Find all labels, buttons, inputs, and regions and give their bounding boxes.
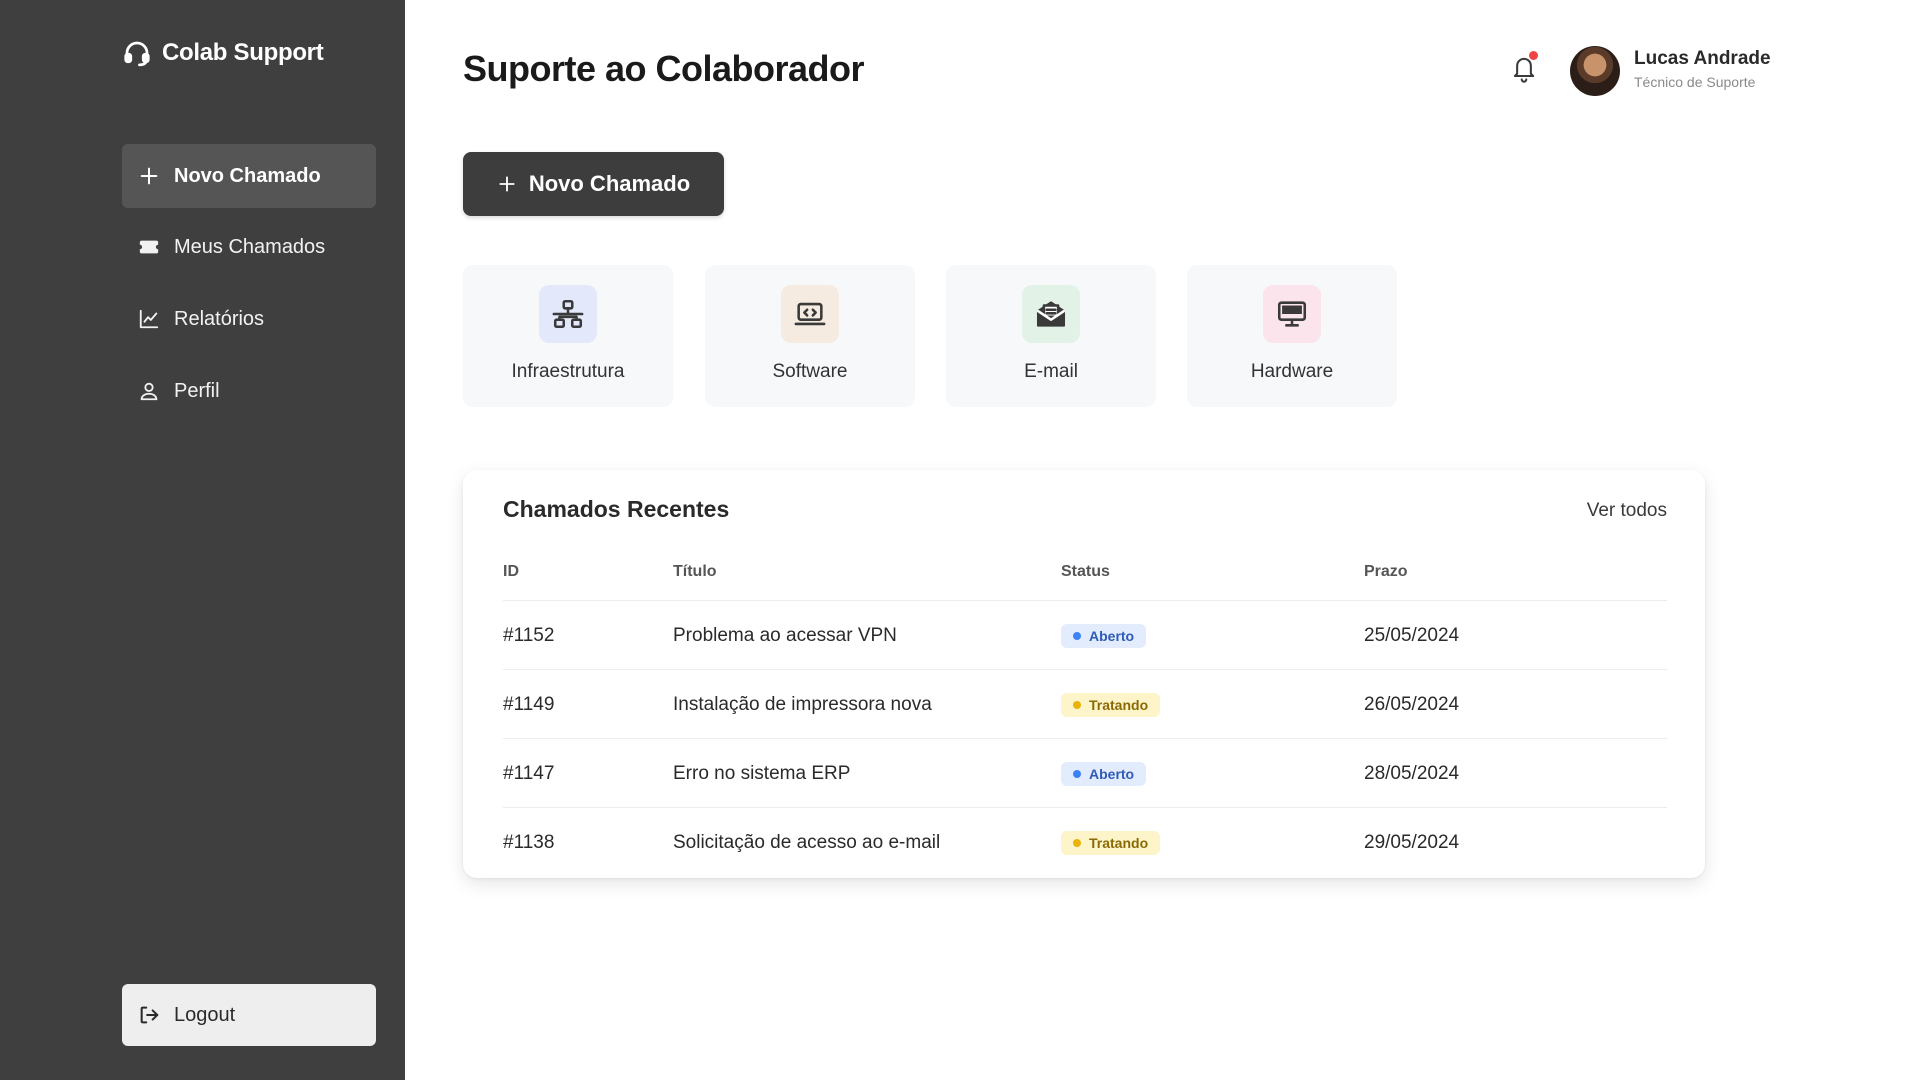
- sidebar-item-relatorios[interactable]: Relatórios: [122, 287, 376, 351]
- status-dot: [1073, 700, 1081, 709]
- plus-icon: [140, 167, 158, 185]
- status-text: Aberto: [1089, 765, 1135, 782]
- headset-icon: [124, 41, 150, 67]
- ticket-deadline: 29/05/2024: [1364, 831, 1460, 853]
- sidebar-item-label: Perfil: [174, 379, 220, 402]
- avatar[interactable]: [1570, 46, 1620, 96]
- user-name: Lucas Andrade: [1634, 48, 1771, 69]
- mail-open-icon: [1036, 301, 1066, 327]
- status-dot: [1073, 838, 1081, 847]
- category-card-email[interactable]: E-mail: [946, 265, 1156, 407]
- chart-line-icon: [139, 309, 159, 329]
- page-title: Suporte ao Colaborador: [463, 48, 865, 89]
- notifications-button[interactable]: [1510, 51, 1538, 84]
- new-ticket-label: Novo Chamado: [528, 171, 691, 196]
- category-icon-box: [1022, 285, 1080, 343]
- sidebar-item-novo-chamado[interactable]: Novo Chamado: [122, 144, 376, 208]
- status-cell: Tratando: [1061, 808, 1161, 877]
- status-text: Tratando: [1089, 696, 1149, 713]
- ticket-icon: [139, 240, 159, 254]
- table-row[interactable]: #1147 Erro no sistema ERP Aberto 28/05/2…: [503, 738, 1667, 807]
- user-role: Técnico de Suporte: [1634, 74, 1756, 90]
- status-badge: Aberto: [1061, 761, 1147, 786]
- ticket-title: Instalação de impressora nova: [673, 693, 932, 715]
- status-cell: Aberto: [1061, 601, 1147, 670]
- user-icon: [140, 382, 158, 401]
- status-dot: [1073, 769, 1081, 778]
- brand-name: Colab Support: [162, 39, 324, 66]
- category-icon-box: [781, 285, 839, 343]
- code-laptop-icon: [794, 302, 826, 326]
- status-badge: Tratando: [1061, 830, 1161, 855]
- category-label: Hardware: [1250, 361, 1334, 382]
- plus-icon: [499, 176, 515, 192]
- network-icon: [552, 299, 584, 329]
- category-label: Software: [772, 361, 848, 382]
- status-text: Aberto: [1089, 627, 1135, 644]
- sidebar-item-label: Meus Chamados: [174, 235, 326, 258]
- notification-dot: [1529, 51, 1538, 60]
- table-row[interactable]: #1149 Instalação de impressora nova Trat…: [503, 669, 1667, 738]
- brand[interactable]: Colab Support: [122, 38, 324, 68]
- status-badge: Aberto: [1061, 623, 1147, 648]
- recent-tickets-card: Chamados Recentes Ver todos ID Título St…: [463, 470, 1705, 878]
- sidebar-item-label: Novo Chamado: [174, 164, 321, 187]
- ticket-deadline: 25/05/2024: [1364, 624, 1460, 646]
- category-icon-box: [1263, 285, 1321, 343]
- column-header-title[interactable]: Título: [673, 563, 717, 581]
- category-label: Infraestrutura: [511, 361, 625, 382]
- column-header-id[interactable]: ID: [503, 563, 519, 581]
- column-header-status[interactable]: Status: [1061, 563, 1110, 581]
- status-dot: [1073, 631, 1081, 640]
- category-card-hardware[interactable]: Hardware: [1187, 265, 1397, 407]
- category-card-infraestrutura[interactable]: Infraestrutura: [463, 265, 673, 407]
- recent-tickets-title: Chamados Recentes: [503, 496, 730, 522]
- ticket-id: #1149: [503, 693, 555, 715]
- category-icon-box: [539, 285, 597, 343]
- status-badge: Tratando: [1061, 692, 1161, 717]
- ticket-title: Erro no sistema ERP: [673, 762, 851, 784]
- sidebar: Colab Support Novo Chamado Meus Chamados…: [0, 0, 405, 1080]
- see-all-link[interactable]: Ver todos: [1587, 500, 1667, 522]
- logout-button[interactable]: Logout: [122, 984, 376, 1046]
- logout-label: Logout: [174, 1003, 236, 1026]
- ticket-title: Solicitação de acesso ao e-mail: [673, 831, 941, 853]
- logout-icon: [140, 1006, 159, 1024]
- table-row[interactable]: #1152 Problema ao acessar VPN Aberto 25/…: [503, 600, 1667, 669]
- table-row[interactable]: #1138 Solicitação de acesso ao e-mail Tr…: [503, 807, 1667, 876]
- status-text: Tratando: [1089, 834, 1149, 851]
- status-cell: Tratando: [1061, 670, 1161, 739]
- monitor-icon: [1277, 301, 1307, 327]
- sidebar-item-meus-chamados[interactable]: Meus Chamados: [122, 215, 376, 279]
- ticket-id: #1138: [503, 831, 555, 853]
- column-header-deadline[interactable]: Prazo: [1364, 563, 1408, 581]
- ticket-title: Problema ao acessar VPN: [673, 624, 897, 646]
- new-ticket-button[interactable]: Novo Chamado: [463, 152, 724, 216]
- ticket-id: #1152: [503, 624, 555, 646]
- ticket-deadline: 26/05/2024: [1364, 693, 1460, 715]
- user-info[interactable]: Lucas Andrade Técnico de Suporte: [1634, 48, 1771, 90]
- ticket-id: #1147: [503, 762, 555, 784]
- category-label: E-mail: [1024, 361, 1078, 382]
- status-cell: Aberto: [1061, 739, 1147, 808]
- category-card-software[interactable]: Software: [705, 265, 915, 407]
- sidebar-item-perfil[interactable]: Perfil: [122, 359, 376, 423]
- ticket-deadline: 28/05/2024: [1364, 762, 1460, 784]
- sidebar-item-label: Relatórios: [174, 307, 265, 330]
